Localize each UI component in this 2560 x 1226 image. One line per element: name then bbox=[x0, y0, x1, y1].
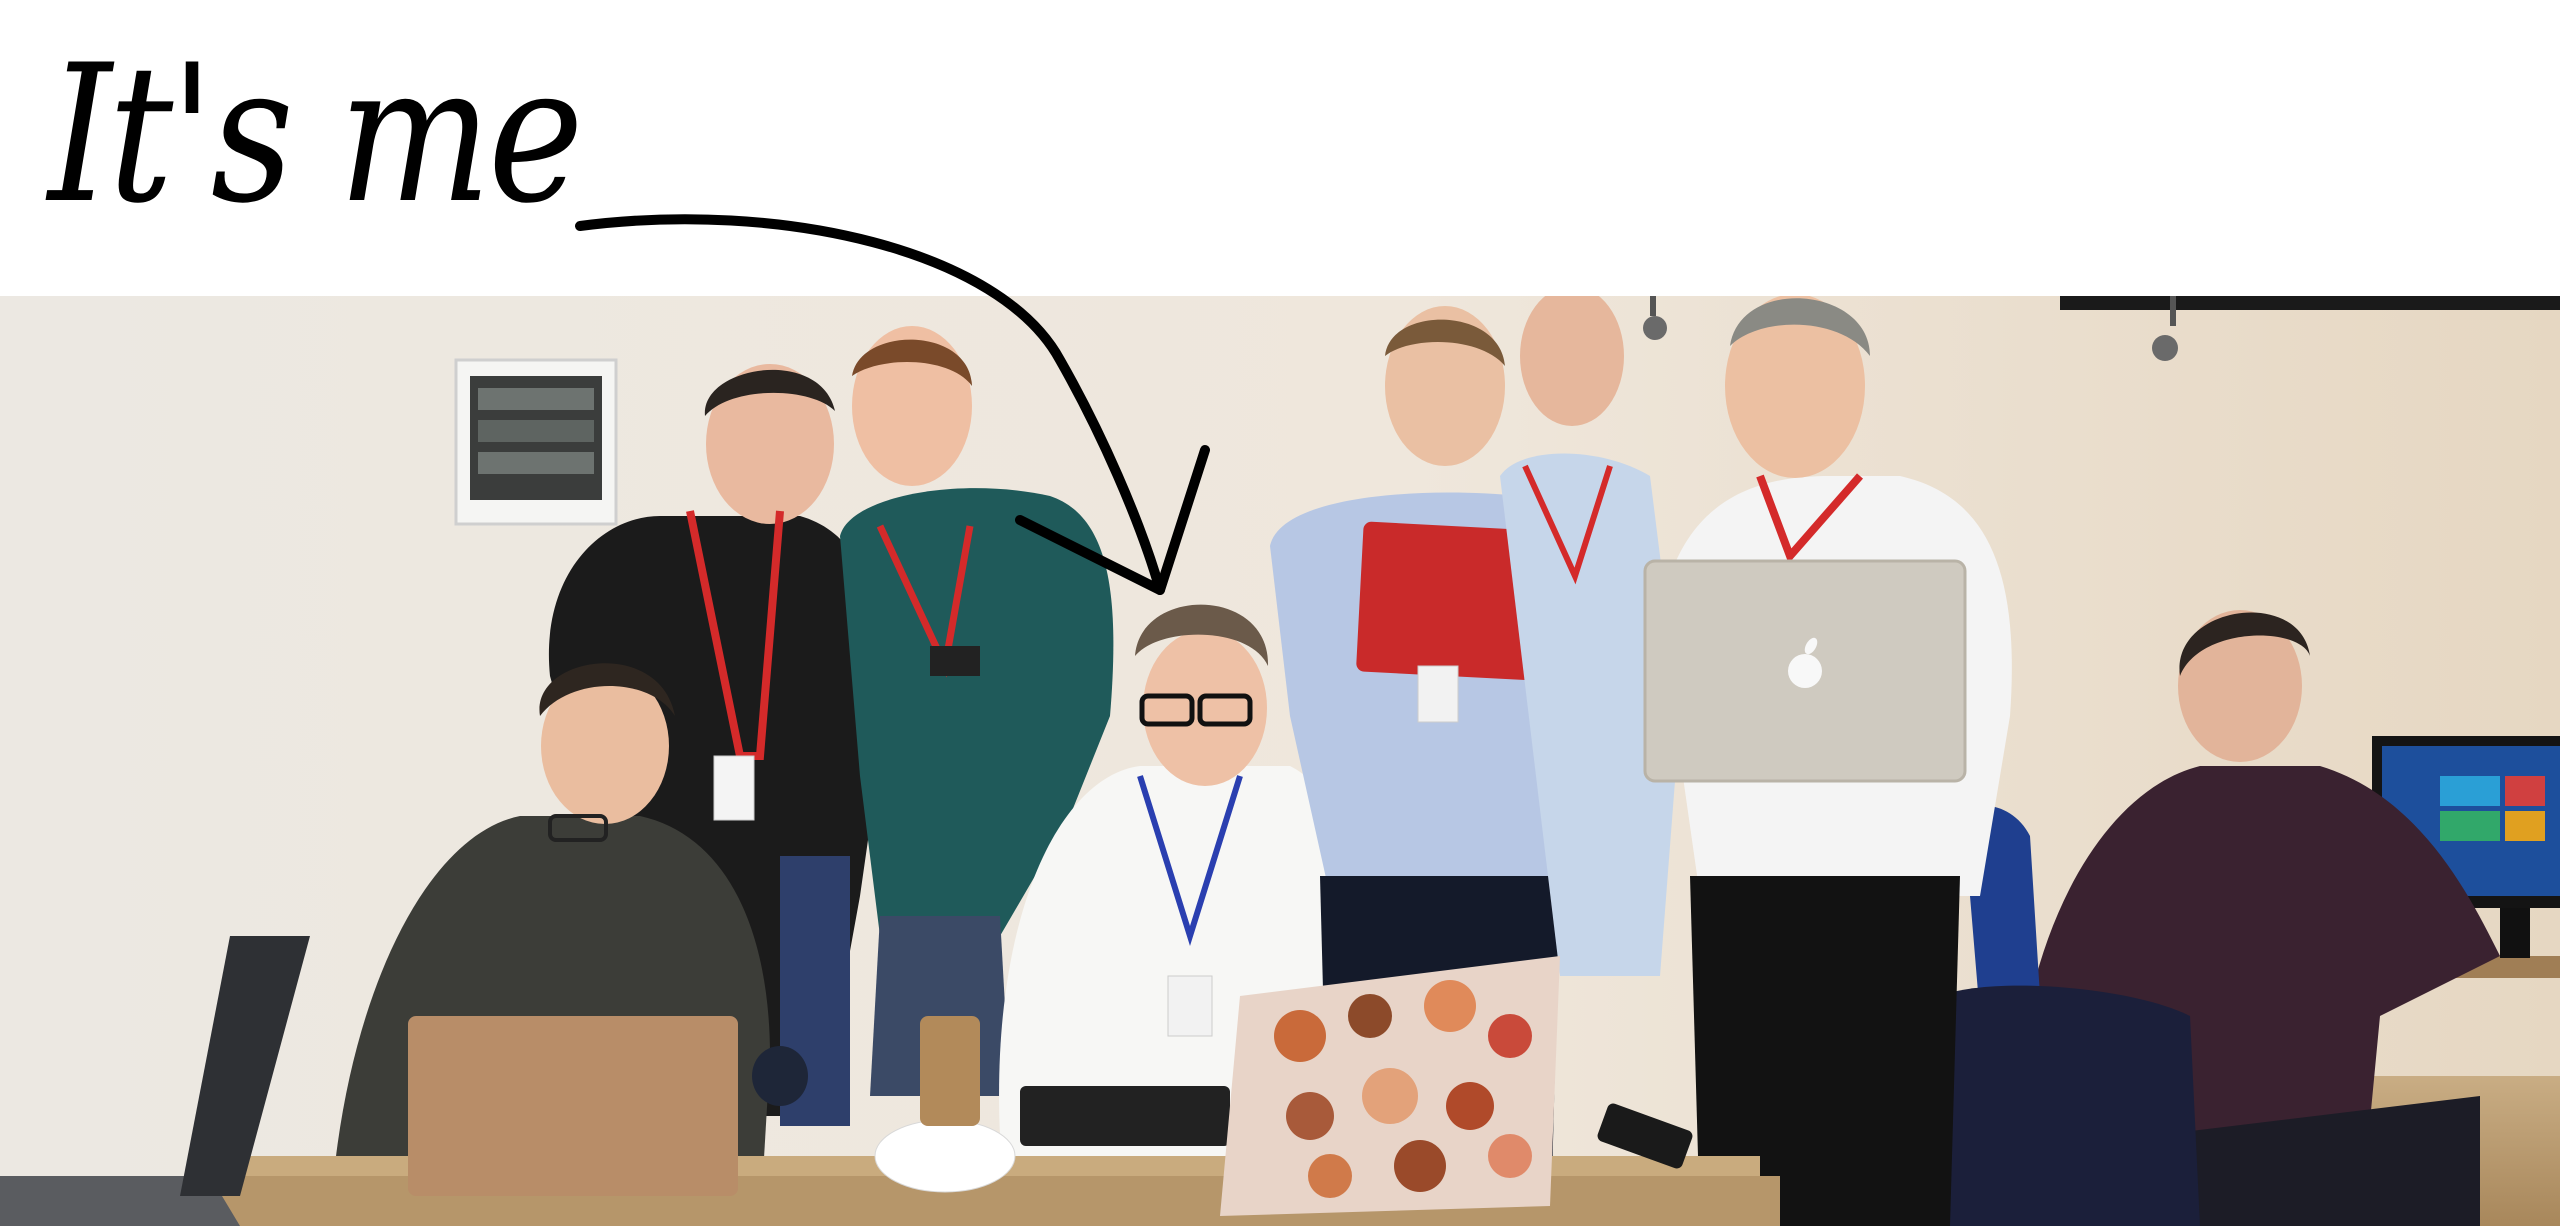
hand-drawn-arrow-icon bbox=[575, 214, 1210, 595]
